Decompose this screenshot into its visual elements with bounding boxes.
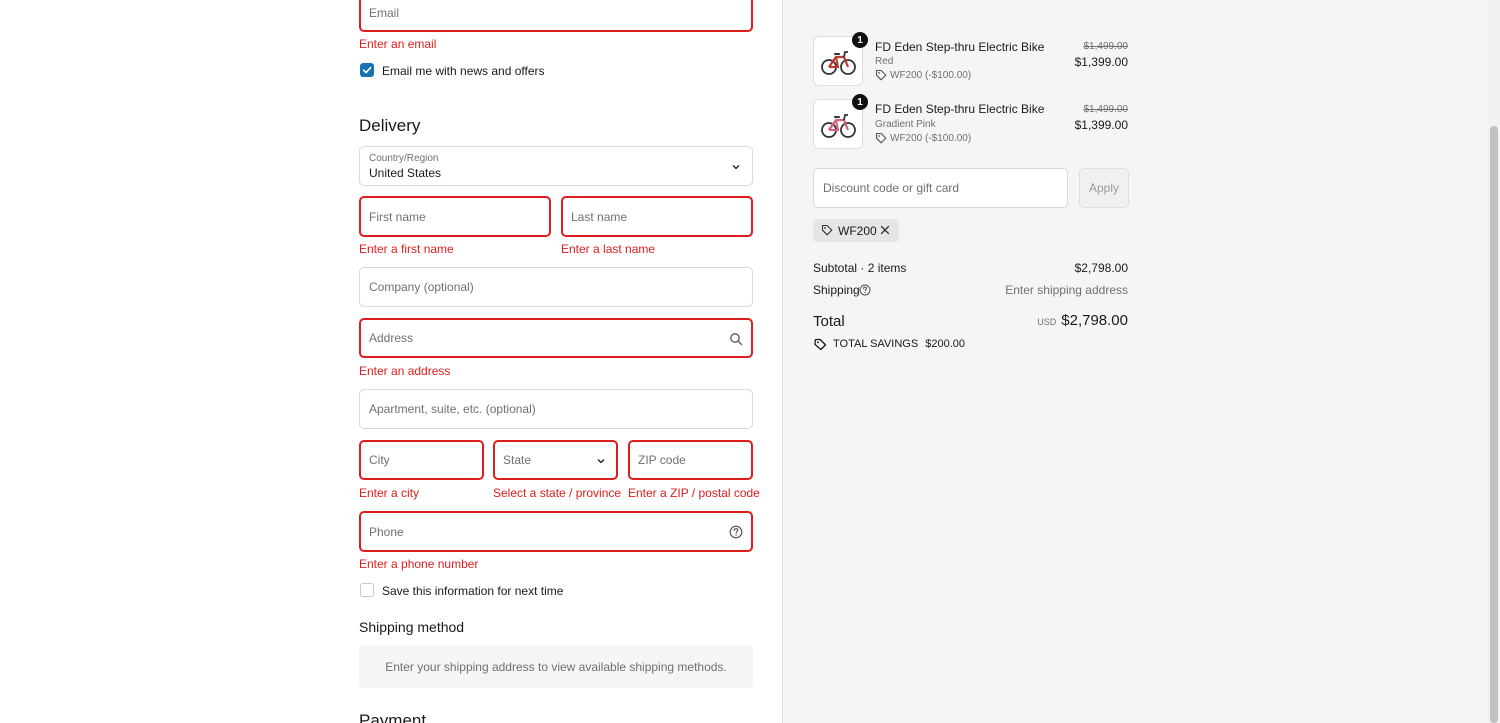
shipping-method-notice: Enter your shipping address to view avai… (359, 645, 753, 688)
news-checkbox-label: Email me with news and offers (382, 64, 545, 78)
order-summary: 1 FD Eden Step-thru Electric Bike Red WF… (782, 0, 1500, 723)
city-placeholder: City (369, 453, 390, 467)
product-original-price: $1,499.00 (1083, 104, 1129, 115)
product-name: FD Eden Step-thru Electric Bike (875, 102, 1045, 116)
last-name-error: Enter a last name (561, 242, 656, 256)
product-name: FD Eden Step-thru Electric Bike (875, 40, 1045, 54)
payment-heading: Payment (359, 711, 427, 723)
savings-label: TOTAL SAVINGS (833, 338, 919, 350)
country-value: United States (369, 166, 442, 180)
first-name-error: Enter a first name (359, 242, 454, 256)
address-input[interactable]: Address (359, 318, 753, 358)
savings-tag-icon (814, 338, 827, 351)
chevron-down-icon (732, 165, 740, 170)
discount-input[interactable]: Discount code or gift card (813, 168, 1068, 208)
product-variant: Red (875, 56, 894, 67)
apartment-input[interactable]: Apartment, suite, etc. (optional) (359, 389, 753, 429)
scrollbar-thumb[interactable] (1490, 126, 1498, 723)
total-currency: USD (1037, 317, 1057, 327)
apply-button[interactable]: Apply (1079, 168, 1129, 208)
total-label: Total (813, 313, 845, 330)
city-error: Enter a city (359, 486, 420, 500)
page-scrollbar[interactable] (1488, 0, 1500, 723)
zip-input[interactable]: ZIP code (628, 440, 753, 480)
discount-chip: WF200 (813, 219, 899, 242)
save-info-label: Save this information for next time (382, 584, 564, 598)
total-value: $2,798.00 (1061, 312, 1128, 329)
subtotal-value: $2,798.00 (1074, 261, 1128, 275)
country-select[interactable]: Country/Region United States (359, 146, 753, 186)
state-placeholder: State (503, 453, 532, 467)
quantity-badge: 1 (852, 32, 868, 48)
product-price: $1,399.00 (1074, 118, 1128, 132)
product-discount: WF200 (-$100.00) (890, 70, 972, 81)
address-error: Enter an address (359, 364, 451, 378)
phone-input[interactable]: Phone (359, 511, 753, 552)
subtotal-label: Subtotal · 2 items (813, 261, 907, 275)
state-select[interactable]: State (493, 440, 618, 480)
address-placeholder: Address (369, 331, 414, 345)
product-variant: Gradient Pink (875, 119, 936, 130)
shipping-value: Enter shipping address (1005, 283, 1128, 297)
save-info-checkbox[interactable] (360, 583, 374, 597)
close-icon[interactable] (880, 225, 890, 235)
product-discount: WF200 (-$100.00) (890, 133, 972, 144)
phone-error: Enter a phone number (359, 557, 479, 571)
shipping-label: Shipping (813, 283, 860, 297)
shipping-method-heading: Shipping method (359, 619, 465, 635)
last-name-input[interactable]: Last name (561, 196, 753, 237)
tag-icon (875, 69, 887, 81)
country-label: Country/Region (369, 153, 439, 164)
tag-icon (875, 132, 887, 144)
tag-icon (821, 224, 833, 236)
search-icon (730, 333, 743, 346)
email-placeholder: Email (369, 6, 400, 20)
company-input[interactable]: Company (optional) (359, 267, 753, 307)
help-icon[interactable] (729, 525, 743, 539)
zip-placeholder: ZIP code (638, 453, 686, 467)
delivery-heading: Delivery (359, 116, 421, 135)
total-savings-label: TOTAL SAVINGS $200.00 (833, 338, 965, 350)
chevron-down-icon (597, 459, 605, 464)
quantity-badge: 1 (852, 94, 868, 110)
first-name-input[interactable]: First name (359, 196, 551, 237)
company-placeholder: Company (optional) (369, 280, 474, 294)
checkout-form: Email Enter an email Email me with news … (0, 0, 782, 723)
last-name-placeholder: Last name (571, 209, 628, 224)
phone-placeholder: Phone (369, 524, 404, 539)
first-name-placeholder: First name (369, 209, 426, 224)
apartment-placeholder: Apartment, suite, etc. (optional) (369, 402, 536, 416)
check-icon (362, 66, 372, 74)
email-input[interactable]: Email (359, 0, 753, 32)
total-amount: USD $2,798.00 (1037, 312, 1128, 330)
product-price: $1,399.00 (1074, 55, 1128, 69)
zip-error: Enter a ZIP / postal code (628, 486, 760, 500)
discount-placeholder: Discount code or gift card (823, 181, 960, 195)
savings-value: $200.00 (925, 338, 965, 350)
product-original-price: $1,499.00 (1083, 41, 1129, 52)
help-icon[interactable] (859, 284, 871, 296)
email-error: Enter an email (359, 37, 437, 51)
news-checkbox[interactable] (360, 63, 374, 77)
state-error: Select a state / province (493, 486, 622, 500)
discount-chip-code: WF200 (838, 224, 877, 238)
city-input[interactable]: City (359, 440, 484, 480)
